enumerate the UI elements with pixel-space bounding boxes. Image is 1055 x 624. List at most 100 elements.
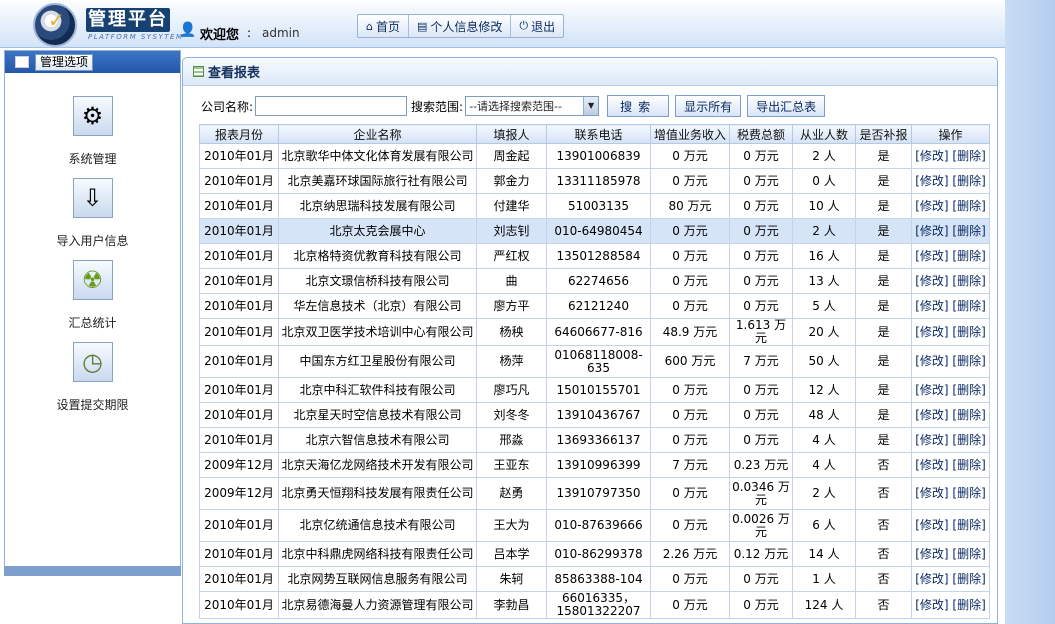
table-cell: 2 人 bbox=[792, 218, 856, 244]
edit-link[interactable]: [修改] bbox=[915, 249, 948, 263]
table-row[interactable]: 2010年01月 北京歌华中体文化体育发展有限公司 周金起 13901006839 0 … bbox=[199, 143, 990, 169]
table-row[interactable]: 2010年01月 北京文璟信桥科技有限公司曲 62274656 0 万元 0 万元 13 … bbox=[199, 268, 990, 294]
delete-link[interactable]: [删除] bbox=[952, 174, 985, 188]
table-row[interactable]: 2010年01月 北京六智信息技术有限公司 邢淼 13693366137 0 万元 0 万… bbox=[199, 427, 990, 453]
edit-link[interactable]: [修改] bbox=[915, 408, 948, 422]
delete-link[interactable]: [删除] bbox=[952, 149, 985, 163]
delete-link[interactable]: [删除] bbox=[952, 458, 985, 472]
delete-link[interactable]: [删除] bbox=[952, 408, 985, 422]
edit-link[interactable]: [修改] bbox=[915, 518, 948, 532]
table-cell: 赵勇 bbox=[476, 477, 547, 510]
table-row[interactable]: 2009年12月 北京勇天恒翔科技发展有限责任公司 赵勇 13910797350 0 万… bbox=[199, 477, 990, 510]
sidebar-item-system[interactable]: ⚙ 系统管理 bbox=[5, 96, 180, 167]
company-input[interactable] bbox=[255, 96, 408, 116]
edit-link[interactable]: [修改] bbox=[915, 354, 948, 368]
table-row[interactable]: 2010年01月 中国东方红卫星股份有限公司 杨萍 01068118008-635 60… bbox=[199, 345, 990, 378]
top-nav: ⌂ 首页 ▤ 个人信息修改 ⏻ 退出 bbox=[357, 14, 565, 38]
edit-link[interactable]: [修改] bbox=[915, 458, 948, 472]
delete-link[interactable]: [删除] bbox=[952, 354, 985, 368]
edit-link[interactable]: [修改] bbox=[915, 325, 948, 339]
delete-link[interactable]: [删除] bbox=[952, 486, 985, 500]
top-header: ✓ 管理平台 PLATFORM SYSYTEM 👤 欢迎您 : admin ⌂ … bbox=[0, 0, 1005, 48]
table-cell: 是 bbox=[855, 345, 912, 378]
actions-cell: [修改] [删除] bbox=[911, 427, 990, 453]
table-cell: 是 bbox=[855, 318, 912, 346]
column-header: 企业名称 bbox=[278, 124, 477, 144]
edit-link[interactable]: [修改] bbox=[915, 224, 948, 238]
edit-link[interactable]: [修改] bbox=[915, 598, 948, 612]
import-icon: ⇩ bbox=[72, 178, 113, 218]
table-row[interactable]: 2010年01月 北京中科汇软件科技有限公司 廖巧凡 15010155701 0 万元 0… bbox=[199, 377, 990, 403]
table-cell: 48.9 万元 bbox=[650, 318, 730, 346]
actions-cell: [修改] [删除] bbox=[911, 143, 990, 169]
sidebar-item-summary[interactable]: ☢ 汇总统计 bbox=[5, 260, 180, 331]
delete-link[interactable]: [删除] bbox=[952, 572, 985, 586]
edit-link[interactable]: [修改] bbox=[915, 486, 948, 500]
table-row[interactable]: 2010年01月 北京双卫医学技术培训中心有限公司 杨秧 64606677-816 48… bbox=[199, 318, 990, 346]
power-icon: ⏻ bbox=[519, 19, 529, 32]
delete-link[interactable]: [删除] bbox=[952, 224, 985, 238]
edit-link[interactable]: [修改] bbox=[915, 299, 948, 313]
table-cell: 0.23 万元 bbox=[729, 452, 793, 478]
delete-link[interactable]: [删除] bbox=[952, 383, 985, 397]
nav-profile-button[interactable]: ▤ 个人信息修改 bbox=[409, 15, 512, 37]
delete-link[interactable]: [删除] bbox=[952, 598, 985, 612]
table-row[interactable]: 2009年12月 北京天海亿龙网络技术开发有限公司 王亚东 13910996399 7 … bbox=[199, 452, 990, 478]
table-cell: 中国东方红卫星股份有限公司 bbox=[278, 345, 477, 378]
table-cell: 0 万元 bbox=[729, 566, 793, 592]
delete-link[interactable]: [删除] bbox=[952, 274, 985, 288]
column-header: 增值业务收入 bbox=[650, 124, 730, 144]
table-cell: 2010年01月 bbox=[199, 193, 279, 219]
delete-link[interactable]: [删除] bbox=[952, 249, 985, 263]
delete-link[interactable]: [删除] bbox=[952, 518, 985, 532]
table-row[interactable]: 2010年01月 北京星天时空信息技术有限公司 刘冬冬 13910436767 0 万元… bbox=[199, 402, 990, 428]
table-cell: 4 人 bbox=[792, 452, 856, 478]
range-select[interactable]: --请选择搜索范围-- ▼ bbox=[465, 96, 600, 116]
range-label: 搜索范围: bbox=[411, 99, 464, 114]
edit-link[interactable]: [修改] bbox=[915, 199, 948, 213]
edit-link[interactable]: [修改] bbox=[915, 572, 948, 586]
delete-link[interactable]: [删除] bbox=[952, 299, 985, 313]
table-row[interactable]: 2010年01月 北京易德海曼人力资源管理有限公司 李勃昌 66016335，1580… bbox=[199, 591, 990, 619]
table-cell: 0 万元 bbox=[650, 566, 730, 592]
edit-link[interactable]: [修改] bbox=[915, 149, 948, 163]
delete-link[interactable]: [删除] bbox=[952, 199, 985, 213]
table-cell: 北京星天时空信息技术有限公司 bbox=[278, 402, 477, 428]
sidebar-item-deadline[interactable]: ◷ 设置提交期限 bbox=[5, 342, 180, 413]
table-row[interactable]: 2010年01月 北京纳思瑞科技发展有限公司 付建华 51003135 80 万元 0 万… bbox=[199, 193, 990, 219]
table-cell: 7 万元 bbox=[729, 345, 793, 378]
nav-logout-button[interactable]: ⏻ 退出 bbox=[511, 15, 563, 37]
edit-link[interactable]: [修改] bbox=[915, 383, 948, 397]
logo-subtitle: PLATFORM SYSYTEM bbox=[88, 33, 184, 41]
edit-link[interactable]: [修改] bbox=[915, 433, 948, 447]
table-row[interactable]: 2010年01月 北京中科鼎虎网络科技有限责任公司 吕本学 010-86299378 2… bbox=[199, 541, 990, 567]
edit-link[interactable]: [修改] bbox=[915, 547, 948, 561]
table-row[interactable]: 2010年01月 北京亿统通信息技术有限公司 王大为 010-87639666 0 万元… bbox=[199, 509, 990, 542]
delete-link[interactable]: [删除] bbox=[952, 433, 985, 447]
sidebar-item-import[interactable]: ⇩ 导入用户信息 bbox=[5, 178, 180, 249]
panel-title: 查看报表 bbox=[208, 66, 261, 81]
table-cell: 2 人 bbox=[792, 143, 856, 169]
report-panel: 查看报表 公司名称: 搜索范围: --请选择搜索范围-- ▼ 搜索 显示所有 导… bbox=[182, 57, 998, 624]
table-cell: 5 人 bbox=[792, 293, 856, 319]
actions-cell: [修改] [删除] bbox=[911, 318, 990, 346]
table-cell: 是 bbox=[855, 402, 912, 428]
edit-link[interactable]: [修改] bbox=[915, 174, 948, 188]
nav-home-button[interactable]: ⌂ 首页 bbox=[358, 15, 409, 37]
table-cell: 0 万元 bbox=[650, 143, 730, 169]
delete-link[interactable]: [删除] bbox=[952, 325, 985, 339]
edit-link[interactable]: [修改] bbox=[915, 274, 948, 288]
table-row[interactable]: 2010年01月 华左信息技术（北京）有限公司 廖方平 62121240 0 万元 0 万… bbox=[199, 293, 990, 319]
search-button[interactable]: 搜索 bbox=[607, 95, 670, 117]
actions-cell: [修改] [删除] bbox=[911, 509, 990, 542]
table-cell: 0 万元 bbox=[729, 427, 793, 453]
export-button[interactable]: 导出汇总表 bbox=[747, 95, 826, 117]
delete-link[interactable]: [删除] bbox=[952, 547, 985, 561]
table-cell: 0 万元 bbox=[650, 509, 730, 542]
table-row[interactable]: 2010年01月 北京格特资优教育科技有限公司 严红权 13501288584 0 万元… bbox=[199, 243, 990, 269]
table-cell: 0 万元 bbox=[729, 591, 793, 619]
show-all-button[interactable]: 显示所有 bbox=[675, 95, 742, 117]
table-row[interactable]: 2010年01月 北京太克会展中心 刘志钊 010-64980454 0 万元 0 万元 2… bbox=[199, 218, 990, 244]
table-row[interactable]: 2010年01月 北京美嘉环球国际旅行社有限公司 郭金力 13311185978 0 万… bbox=[199, 168, 990, 194]
table-row[interactable]: 2010年01月 北京网势互联网信息服务有限公司 朱轲 85863388-104 0 万… bbox=[199, 566, 990, 592]
